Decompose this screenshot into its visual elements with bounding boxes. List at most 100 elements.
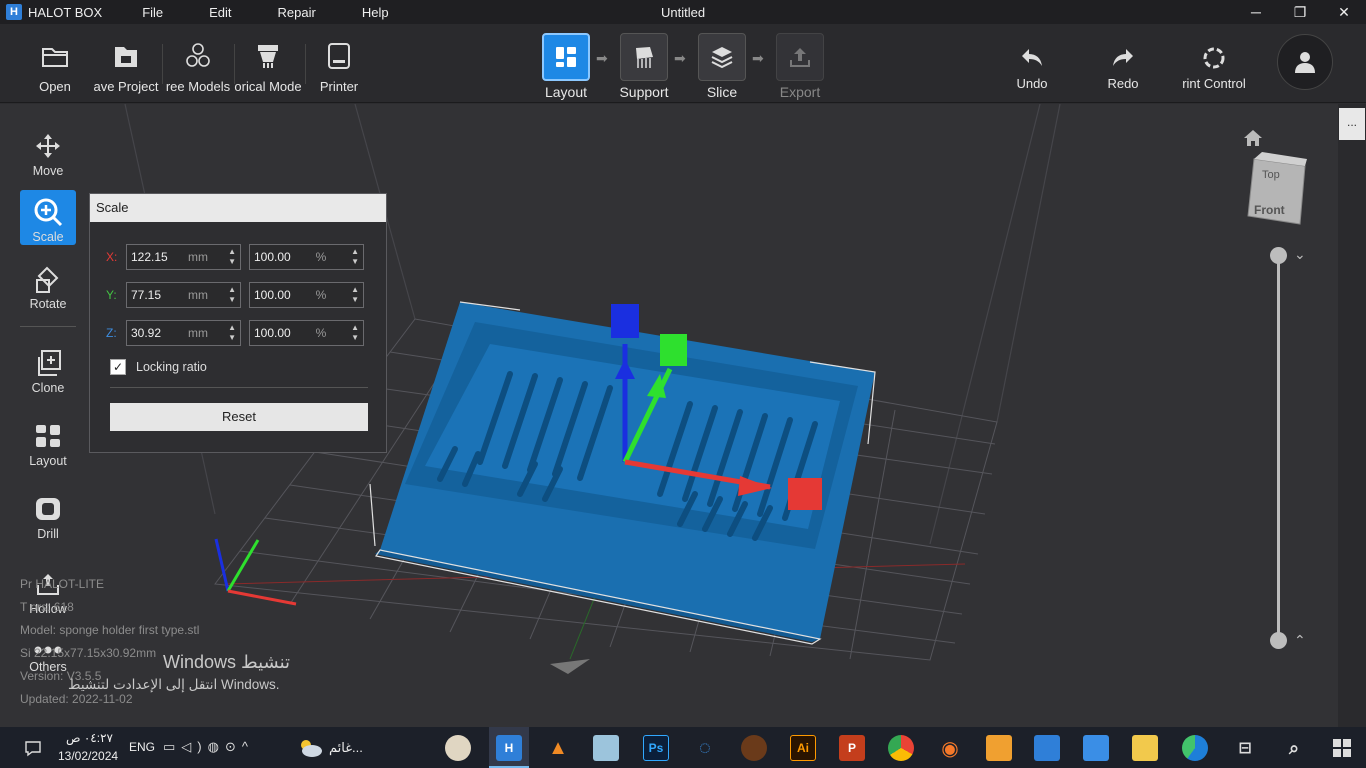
photoshop-app-icon[interactable]: Ps [643, 735, 669, 761]
layer-slider-bottom-handle[interactable] [1270, 632, 1287, 649]
windows-start-icon[interactable] [1329, 735, 1355, 761]
y-size-input[interactable]: 77.15 mm ▲ ▼ [126, 282, 241, 308]
spinner-arrows-icon[interactable]: ▲ ▼ [351, 323, 359, 343]
support-step-button[interactable] [620, 33, 668, 81]
layout-tool-button[interactable]: Layout [20, 418, 76, 468]
chevron-up-icon[interactable]: ⌃ [1294, 632, 1306, 649]
app-name: HALOT BOX [28, 4, 103, 20]
spinner-arrows-icon[interactable]: ▲ ▼ [228, 323, 236, 343]
export-step-label: Export [779, 84, 821, 100]
checkmark-icon[interactable]: ✓ [110, 359, 126, 375]
powerpoint-app-icon[interactable]: P [839, 735, 865, 761]
scale-tool-button[interactable]: Scale [20, 190, 76, 245]
spinner-arrows-icon[interactable]: ▲ ▼ [228, 247, 236, 267]
file-explorer-icon[interactable] [1132, 735, 1158, 761]
redo-button[interactable]: Redo [1087, 44, 1159, 91]
save-folder-icon [90, 42, 162, 70]
export-step-button[interactable] [776, 33, 824, 81]
activation-watermark-title: Windows تنشيط [163, 652, 291, 672]
reset-button[interactable]: Reset [110, 403, 368, 431]
weather-text[interactable]: غائم... [329, 740, 363, 756]
historical-models-button[interactable]: orical Mode [232, 42, 304, 94]
clock-time[interactable]: ٠٤:٢٧ ص [66, 731, 113, 745]
open-button[interactable]: Open [19, 42, 91, 94]
layer-slider-track[interactable] [1277, 256, 1280, 640]
home-view-button[interactable] [1243, 129, 1263, 152]
layer-slider-top-handle[interactable] [1270, 247, 1287, 264]
main-toolbar: Open ave Project ree Models orical Mode … [0, 24, 1366, 103]
info-size: Si 22.15x77.15x30.92mm [20, 646, 157, 660]
more-options-button[interactable]: ... [1339, 108, 1365, 140]
spinner-arrows-icon[interactable]: ▲ ▼ [351, 247, 359, 267]
media-app-icon[interactable] [986, 735, 1012, 761]
layout-step-button[interactable] [542, 33, 590, 81]
move-icon [20, 128, 76, 164]
drill-tool-button[interactable]: Drill [20, 491, 76, 541]
svg-text:Front: Front [1254, 203, 1285, 217]
view-cube: Top Front [1247, 152, 1307, 225]
drill-icon [20, 491, 76, 527]
x-size-input[interactable]: 122.15 mm ▲ ▼ [126, 244, 241, 270]
rotate-icon [20, 261, 76, 297]
maximize-button[interactable]: ❐ [1278, 0, 1322, 24]
locking-ratio-checkbox[interactable]: ✓ Locking ratio [110, 359, 207, 375]
c-app-icon[interactable]: ◌ [692, 735, 718, 761]
blender-app-icon[interactable]: ◉ [937, 735, 963, 761]
move-tool-button[interactable]: Move [20, 128, 76, 178]
app-logo-icon: H [6, 4, 22, 20]
clone-tool-button[interactable]: Clone [20, 345, 76, 395]
illustrator-app-icon[interactable]: Ai [790, 735, 816, 761]
menu-file[interactable]: File [142, 5, 163, 20]
viewer-app-icon[interactable] [593, 735, 619, 761]
locking-ratio-label: Locking ratio [136, 360, 207, 374]
undo-button[interactable]: Undo [996, 44, 1068, 91]
y-axis-label: Y: [106, 288, 117, 302]
vlc-app-icon[interactable]: ▲ [545, 735, 571, 761]
redo-icon [1087, 44, 1159, 72]
halot-box-app-icon[interactable]: H [496, 735, 522, 761]
z-size-input[interactable]: 30.92 mm ▲ ▼ [126, 320, 241, 346]
close-button[interactable]: ✕ [1322, 0, 1366, 24]
clock-date[interactable]: 13/02/2024 [58, 749, 118, 763]
info-updated: Updated: 2022-11-02 [20, 692, 133, 706]
user-avatar[interactable] [1277, 34, 1333, 90]
menu-repair[interactable]: Repair [278, 5, 316, 20]
info-model: Model: sponge holder first type.stl [20, 623, 200, 637]
minimize-button[interactable]: ─ [1234, 0, 1278, 24]
x-percent-input[interactable]: 100.00 % ▲ ▼ [249, 244, 364, 270]
weather-cloud-icon[interactable] [297, 735, 323, 761]
slice-step-button[interactable] [698, 33, 746, 81]
spinner-arrows-icon[interactable]: ▲ ▼ [351, 285, 359, 305]
store-app-icon[interactable] [1034, 735, 1060, 761]
search-icon[interactable]: ⌕ [1281, 735, 1307, 761]
edge-browser-icon[interactable] [1182, 735, 1208, 761]
rotate-tool-button[interactable]: Rotate [20, 261, 76, 311]
task-view-icon[interactable]: ⊟ [1232, 735, 1258, 761]
windows-taskbar: ٠٤:٢٧ ص 13/02/2024 ENG ▭◁)◍⊙^ غائم... H … [0, 727, 1366, 768]
chevron-down-icon[interactable]: ⌄ [1294, 246, 1306, 263]
menu-bar: File Edit Repair Help [142, 5, 434, 20]
orange-app-icon[interactable] [741, 735, 767, 761]
layout-label: Layout [29, 454, 67, 468]
chrome-app-icon[interactable] [888, 735, 914, 761]
undo-label: Undo [1016, 76, 1048, 91]
notification-icon[interactable] [20, 735, 46, 761]
open-label: Open [39, 79, 71, 94]
title-bar: H HALOT BOX File Edit Repair Help Untitl… [0, 0, 1366, 24]
menu-help[interactable]: Help [362, 5, 389, 20]
clone-label: Clone [31, 381, 65, 395]
mail-app-icon[interactable] [1083, 735, 1109, 761]
spinner-arrows-icon[interactable]: ▲ ▼ [228, 285, 236, 305]
printer-button[interactable]: Printer [303, 42, 375, 94]
system-tray-icons[interactable]: ▭◁)◍⊙^ [163, 739, 254, 755]
language-indicator[interactable]: ENG [129, 740, 155, 754]
window-controls: ─ ❐ ✕ [1234, 0, 1366, 24]
paint-app-icon[interactable] [445, 735, 471, 761]
print-control-button[interactable]: rint Control [1178, 44, 1250, 91]
save-project-button[interactable]: ave Project [90, 42, 162, 94]
printer-icon [303, 42, 375, 70]
y-percent-input[interactable]: 100.00 % ▲ ▼ [249, 282, 364, 308]
free-models-button[interactable]: ree Models [162, 42, 234, 94]
menu-edit[interactable]: Edit [209, 5, 231, 20]
z-percent-input[interactable]: 100.00 % ▲ ▼ [249, 320, 364, 346]
